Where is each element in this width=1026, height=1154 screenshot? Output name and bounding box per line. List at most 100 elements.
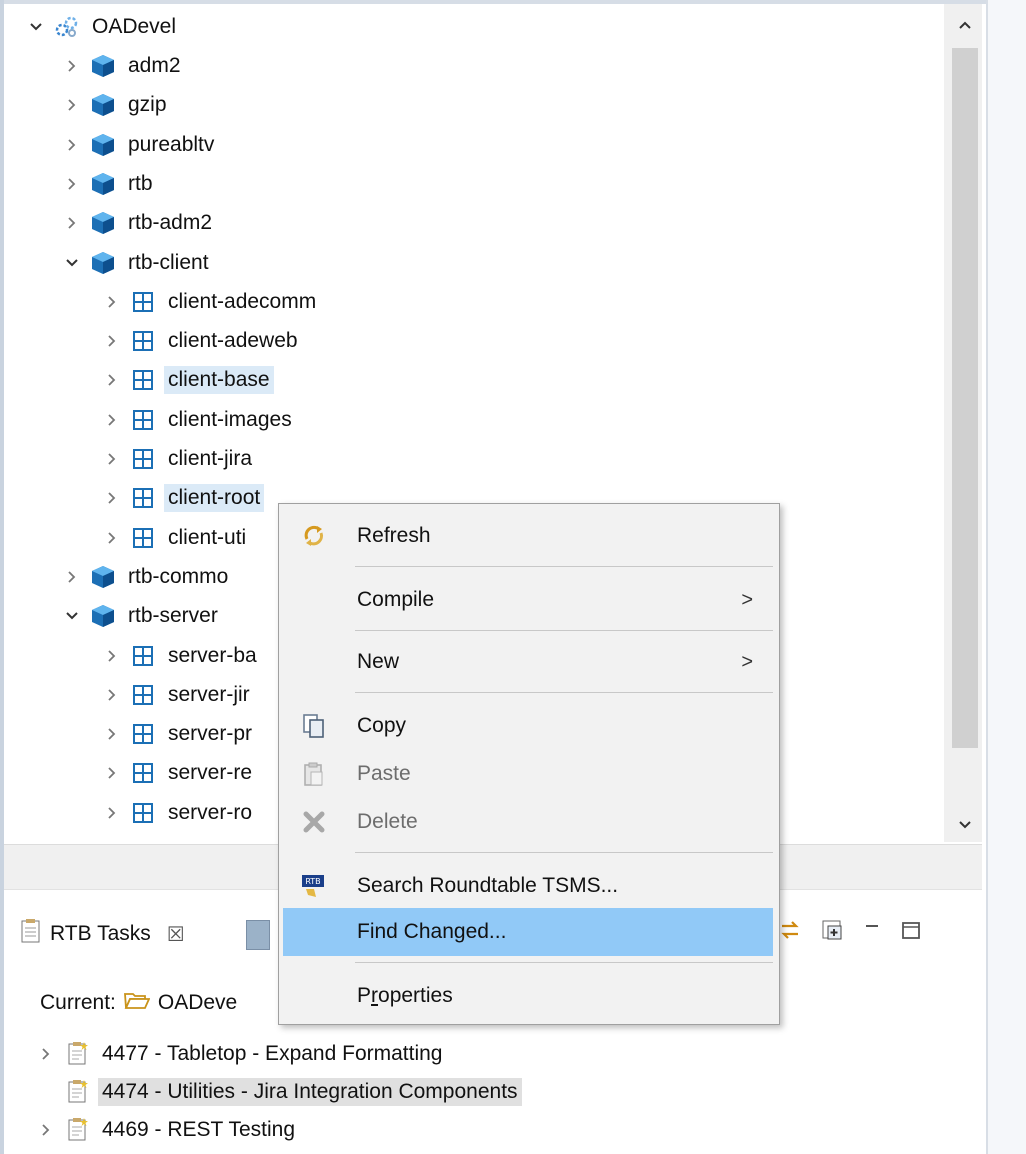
menu-item-label: Properties <box>357 984 453 1007</box>
tab-rtb-tasks[interactable]: RTB Tasks ☒ <box>20 914 185 954</box>
module-cube-icon <box>90 53 116 79</box>
scrollbar-thumb[interactable] <box>952 48 978 748</box>
chevron-right-icon[interactable] <box>100 683 124 707</box>
tree-root-oadevel[interactable]: OADevel <box>24 8 180 46</box>
package-grid-icon <box>130 525 156 551</box>
menu-separator <box>355 852 773 853</box>
chevron-right-icon[interactable] <box>60 211 84 235</box>
package-grid-icon <box>130 800 156 826</box>
chevron-right-icon[interactable] <box>100 761 124 785</box>
menu-item-delete[interactable]: Delete <box>283 798 773 846</box>
chevron-right-icon[interactable] <box>60 565 84 589</box>
chevron-right-icon[interactable] <box>34 1046 58 1062</box>
tree-item-rtb-adm2[interactable]: rtb-adm2 <box>60 204 216 242</box>
scroll-down-icon[interactable] <box>952 812 978 838</box>
chevron-right-icon[interactable] <box>100 329 124 353</box>
module-cube-icon <box>90 603 116 629</box>
tree-item-client-jira[interactable]: client-jira <box>100 440 256 478</box>
chevron-right-icon[interactable] <box>100 368 124 392</box>
menu-item-label: Copy <box>357 714 407 737</box>
paste-icon <box>283 761 345 787</box>
tree-item-label: rtb <box>128 171 153 195</box>
tree-item-pureabltv[interactable]: pureabltv <box>60 126 218 164</box>
task-row[interactable]: 4477 - Tabletop - Expand Formatting <box>34 1036 442 1072</box>
module-cube-icon <box>90 171 116 197</box>
menu-item-refresh[interactable]: Refresh <box>283 512 773 560</box>
task-row[interactable]: 4474 - Utilities - Jira Integration Comp… <box>34 1074 522 1110</box>
chevron-down-icon[interactable] <box>24 15 48 39</box>
tree-item-rtb-client[interactable]: rtb-client <box>60 244 213 282</box>
rtb-search-icon: RTB <box>283 873 345 899</box>
tree-item-rtb-commo[interactable]: rtb-commo <box>60 558 232 596</box>
menu-item-find-changed[interactable]: Find Changed... <box>283 908 773 956</box>
sync-link-icon[interactable] <box>778 918 802 948</box>
chevron-down-icon[interactable] <box>60 251 84 275</box>
tree-item-label: client-uti <box>168 525 247 549</box>
tree-item-client-root[interactable]: client-root <box>100 479 265 517</box>
task-label: 4474 - Utilities - Jira Integration Comp… <box>98 1078 522 1106</box>
menu-item-search-roundtable-tsms[interactable]: RTB Search Roundtable TSMS... <box>283 862 773 910</box>
chevron-right-icon[interactable] <box>100 290 124 314</box>
tree-item-label: server-pr <box>168 722 253 746</box>
context-menu: Refresh Compile > New > Copy Paste Delete RTB Sea… <box>278 503 780 1025</box>
minimize-icon[interactable] <box>862 920 882 946</box>
tree-item-server-jir[interactable]: server-jir <box>100 676 254 714</box>
chevron-right-icon[interactable] <box>100 722 124 746</box>
menu-separator <box>355 692 773 693</box>
maximize-icon[interactable] <box>900 919 922 947</box>
chevron-right-icon[interactable] <box>100 801 124 825</box>
tree-item-client-images[interactable]: client-images <box>100 401 296 439</box>
tree-item-gzip[interactable]: gzip <box>60 86 171 124</box>
menu-item-label: New <box>357 650 400 673</box>
task-icon <box>64 1041 92 1067</box>
chevron-right-icon[interactable] <box>60 172 84 196</box>
tree-item-label: adm2 <box>128 54 181 77</box>
tree-item-server-ba[interactable]: server-ba <box>100 637 261 675</box>
folder-open-icon <box>123 990 151 1016</box>
task-row[interactable]: 4469 - REST Testing <box>34 1112 295 1148</box>
chevron-right-icon[interactable] <box>60 93 84 117</box>
module-cube-icon <box>90 132 116 158</box>
add-view-icon[interactable] <box>820 918 844 948</box>
tree-item-server-ro[interactable]: server-ro <box>100 794 256 832</box>
menu-item-properties[interactable]: Properties <box>283 972 773 1020</box>
chevron-right-icon[interactable] <box>100 486 124 510</box>
refresh-icon <box>283 523 345 549</box>
menu-item-copy[interactable]: Copy <box>283 702 773 750</box>
chevron-right-icon[interactable] <box>100 408 124 432</box>
chevron-right-icon[interactable] <box>34 1122 58 1138</box>
task-label: 4469 - REST Testing <box>102 1118 295 1141</box>
menu-separator <box>355 962 773 963</box>
tree-item-label: pureabltv <box>128 132 215 156</box>
tree-item-client-uti[interactable]: client-uti <box>100 519 250 557</box>
chevron-right-icon[interactable] <box>100 526 124 550</box>
tree-item-client-adecomm[interactable]: client-adecomm <box>100 283 320 321</box>
chevron-right-icon[interactable] <box>60 133 84 157</box>
tree-item-client-base[interactable]: client-base <box>100 361 274 399</box>
menu-separator <box>355 630 773 631</box>
chevron-right-icon[interactable] <box>100 644 124 668</box>
menu-item-compile[interactable]: Compile > <box>283 576 773 624</box>
menu-item-new[interactable]: New > <box>283 638 773 686</box>
package-grid-icon <box>130 367 156 393</box>
tree-vertical-scrollbar[interactable] <box>944 4 982 842</box>
tree-item-rtb-server[interactable]: rtb-server <box>60 597 222 635</box>
tree-item-server-re[interactable]: server-re <box>100 754 256 792</box>
tree-item-rtb[interactable]: rtb <box>60 165 157 203</box>
tree-item-adm2[interactable]: adm2 <box>60 47 185 85</box>
svg-text:RTB: RTB <box>305 877 320 886</box>
menu-item-paste[interactable]: Paste <box>283 750 773 798</box>
workspace-cluster-icon <box>54 14 80 40</box>
chevron-right-icon[interactable] <box>60 54 84 78</box>
tree-item-client-adeweb[interactable]: client-adeweb <box>100 322 302 360</box>
module-cube-icon <box>90 210 116 236</box>
tree-item-server-pr[interactable]: server-pr <box>100 715 256 753</box>
menu-item-label: Delete <box>357 810 418 833</box>
chevron-down-icon[interactable] <box>60 604 84 628</box>
scroll-up-icon[interactable] <box>952 12 978 38</box>
package-grid-icon <box>130 682 156 708</box>
second-view-tab-icon[interactable] <box>246 920 270 950</box>
close-tab-icon[interactable]: ☒ <box>167 922 185 947</box>
tree-item-label: server-ba <box>168 643 257 667</box>
chevron-right-icon[interactable] <box>100 447 124 471</box>
